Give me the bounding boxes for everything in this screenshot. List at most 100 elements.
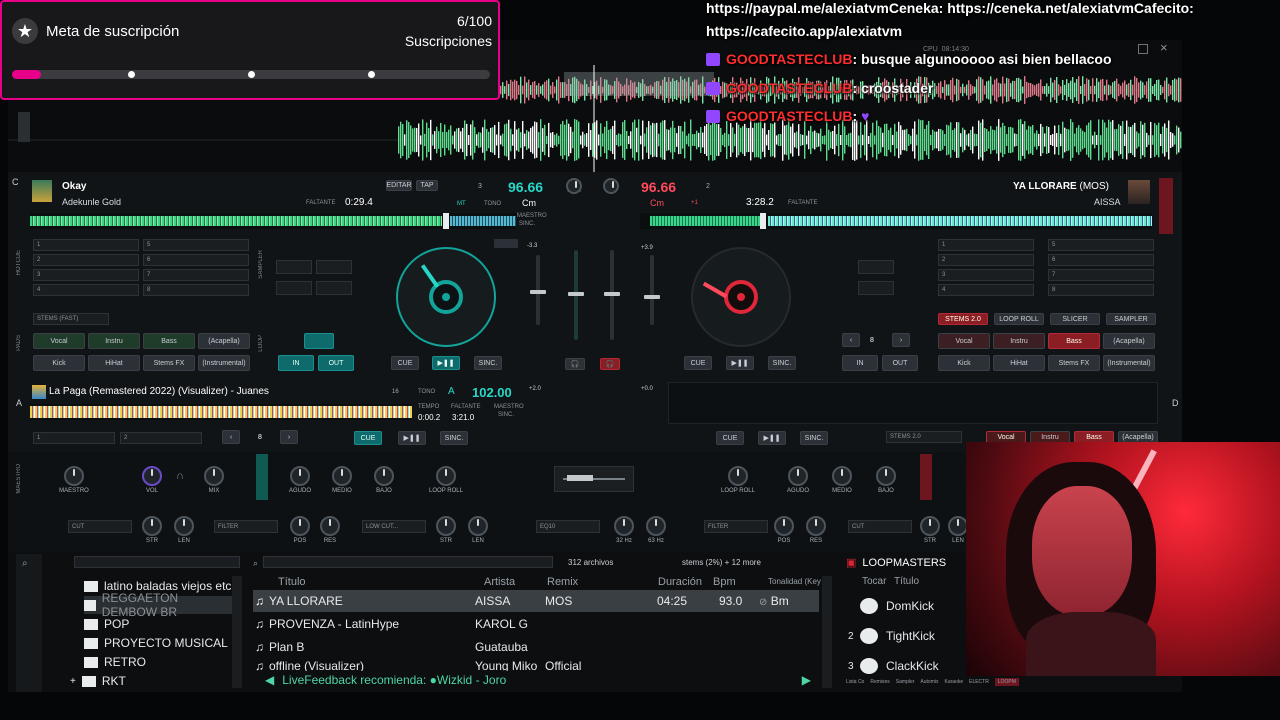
track-row[interactable]: ♫ YA LLORARE AISSA MOS 04:25 93.0 ⊘ Bm xyxy=(253,590,819,612)
tab-lista[interactable]: Lista Co xyxy=(846,679,864,685)
crossfader-panel[interactable] xyxy=(554,466,634,492)
sample-row[interactable]: DomKick xyxy=(848,594,968,618)
volume-knob[interactable] xyxy=(142,466,162,486)
deck-b-cue-button[interactable]: CUE xyxy=(684,356,712,370)
tab-loopm[interactable]: LOOPM xyxy=(994,678,1019,686)
deck-a-play-button[interactable]: ▶❚❚ xyxy=(398,431,426,445)
pad-instru[interactable]: Instru xyxy=(993,333,1045,349)
pad-instrumental[interactable]: (Instrumental) xyxy=(1103,355,1155,371)
deck-a-hotcue-slot[interactable]: 1 xyxy=(33,432,115,444)
track-row[interactable]: ♫ Plan B Guatauba xyxy=(253,636,819,658)
pad-instrumental[interactable]: (Instrumental) xyxy=(198,355,250,371)
hotcue-slot[interactable]: 7 xyxy=(1048,269,1154,281)
sample-row[interactable]: 2 TightKick xyxy=(848,624,968,648)
deck-b-loop-in[interactable]: IN xyxy=(842,355,878,371)
fx-knob[interactable] xyxy=(174,516,194,536)
track-row[interactable]: ♫ PROVENZA - LatinHype KAROL G xyxy=(253,613,819,635)
tap-button[interactable]: TAP xyxy=(416,180,438,191)
deck-c-jogwheel[interactable] xyxy=(396,247,496,347)
fx-knob[interactable] xyxy=(320,516,340,536)
deck-a-sinc[interactable]: SINC. xyxy=(498,412,514,418)
feedback-play-icon[interactable]: ▶ xyxy=(802,673,811,687)
pad-hihat[interactable]: HiHat xyxy=(88,355,140,371)
deck-c-waveform[interactable] xyxy=(30,213,516,229)
stems-select[interactable]: STEMS (FAST) xyxy=(33,313,109,325)
col-title[interactable]: Título xyxy=(278,576,306,588)
hotcue-slot[interactable]: 2 xyxy=(938,254,1034,266)
deck-a-waveform[interactable] xyxy=(30,404,412,420)
pad-acapella[interactable]: (Acapella) xyxy=(198,333,250,349)
col-artist[interactable]: Artista xyxy=(484,576,515,588)
hotcue-slot[interactable]: 5 xyxy=(143,239,249,251)
deck-b-loop-out[interactable]: OUT xyxy=(882,355,918,371)
hotcue-slot[interactable]: 5 xyxy=(1048,239,1154,251)
bass-knob-left[interactable] xyxy=(374,466,394,486)
headphone-left-icon[interactable]: 🎧 xyxy=(565,358,585,370)
loop-in-button[interactable]: IN xyxy=(278,355,314,371)
deck-c-sync-button[interactable]: SINC. xyxy=(474,356,502,370)
vinyl-toggle[interactable] xyxy=(494,239,518,248)
hotcue-slot[interactable]: 3 xyxy=(938,269,1034,281)
col-bpm[interactable]: Bpm xyxy=(713,576,736,588)
fx-select[interactable]: FILTER xyxy=(704,520,768,533)
deck-d-play-button[interactable]: ▶❚❚ xyxy=(758,431,786,445)
hotcue-slot[interactable]: 7 xyxy=(143,269,249,281)
deck-d-empty[interactable] xyxy=(668,382,1158,424)
pad-kick[interactable]: Kick xyxy=(938,355,990,371)
deck-a-loop-double[interactable]: › xyxy=(280,430,298,444)
col-duration[interactable]: Duración xyxy=(658,576,702,588)
fx-knob[interactable] xyxy=(614,516,634,536)
fx-knob[interactable] xyxy=(142,516,162,536)
deck-d-stems-select[interactable]: STEMS 2.0 xyxy=(886,431,962,443)
video-tab-left[interactable] xyxy=(256,454,268,500)
deck-b-sync-button[interactable]: SINC. xyxy=(768,356,796,370)
headphone-right-icon[interactable]: 🎧 xyxy=(600,358,620,370)
gain-knob-left[interactable] xyxy=(566,178,582,194)
pad-hihat[interactable]: HiHat xyxy=(993,355,1045,371)
fx-knob[interactable] xyxy=(436,516,456,536)
master-knob[interactable] xyxy=(64,466,84,486)
folder-search-input[interactable] xyxy=(74,556,240,568)
hotcue-slot[interactable]: 8 xyxy=(1048,284,1154,296)
deck-b-waveform[interactable] xyxy=(640,213,1152,229)
pad-bass[interactable]: Bass xyxy=(1048,333,1100,349)
search-icon[interactable]: ⌕ xyxy=(22,558,28,569)
hotcue-slot[interactable]: 4 xyxy=(938,284,1034,296)
pad-stems-fx[interactable]: Stems FX xyxy=(143,355,195,371)
sampler-slot[interactable] xyxy=(276,260,312,274)
mid-knob-left[interactable] xyxy=(332,466,352,486)
tab-sampler[interactable]: SAMPLER xyxy=(1106,313,1156,325)
sampler-slot[interactable] xyxy=(316,281,352,295)
deck-a-loop-halve[interactable]: ‹ xyxy=(222,430,240,444)
loop-double-button[interactable]: › xyxy=(892,333,910,347)
deck-c-master[interactable]: MAESTRO xyxy=(517,213,547,219)
pad-instru[interactable]: Instru xyxy=(88,333,140,349)
folder-item[interactable]: REGGAETON DEMBOW BR xyxy=(84,591,232,619)
track-search-input[interactable] xyxy=(263,556,553,568)
edit-button[interactable]: EDITAR xyxy=(386,180,412,191)
tab-remixes[interactable]: Remixes xyxy=(870,679,889,685)
tab-sampler[interactable]: Sampler xyxy=(896,679,915,685)
feedback-left-icon[interactable]: ◀ xyxy=(265,673,274,687)
fx-knob[interactable] xyxy=(290,516,310,536)
hotcue-slot[interactable]: 4 xyxy=(33,284,139,296)
deck-a-master[interactable]: MAESTRO xyxy=(494,404,524,410)
tab-electr[interactable]: ELECTR xyxy=(969,679,989,685)
close-icon[interactable]: × xyxy=(1160,40,1168,55)
folder-item[interactable]: POP xyxy=(84,615,232,633)
expand-icon[interactable]: + xyxy=(70,676,76,687)
deck-c-sinc[interactable]: SINC. xyxy=(519,221,535,227)
pad-kick[interactable]: Kick xyxy=(33,355,85,371)
folder-item[interactable]: RETRO xyxy=(84,653,232,671)
bass-knob-right[interactable] xyxy=(876,466,896,486)
mix-knob[interactable] xyxy=(204,466,224,486)
tab-slicer[interactable]: SLICER xyxy=(1050,313,1100,325)
fx-knob[interactable] xyxy=(920,516,940,536)
col-key[interactable]: Tonalidad (Key xyxy=(768,577,821,586)
pad-vocal[interactable]: Vocal xyxy=(938,333,990,349)
video-tab-right[interactable] xyxy=(920,454,932,500)
deck-d-sync-button[interactable]: SINC. xyxy=(800,431,828,445)
deck-a-cue-button[interactable]: CUE xyxy=(354,431,382,445)
sampler-slot[interactable] xyxy=(316,260,352,274)
hotcue-slot[interactable]: 2 xyxy=(33,254,139,266)
